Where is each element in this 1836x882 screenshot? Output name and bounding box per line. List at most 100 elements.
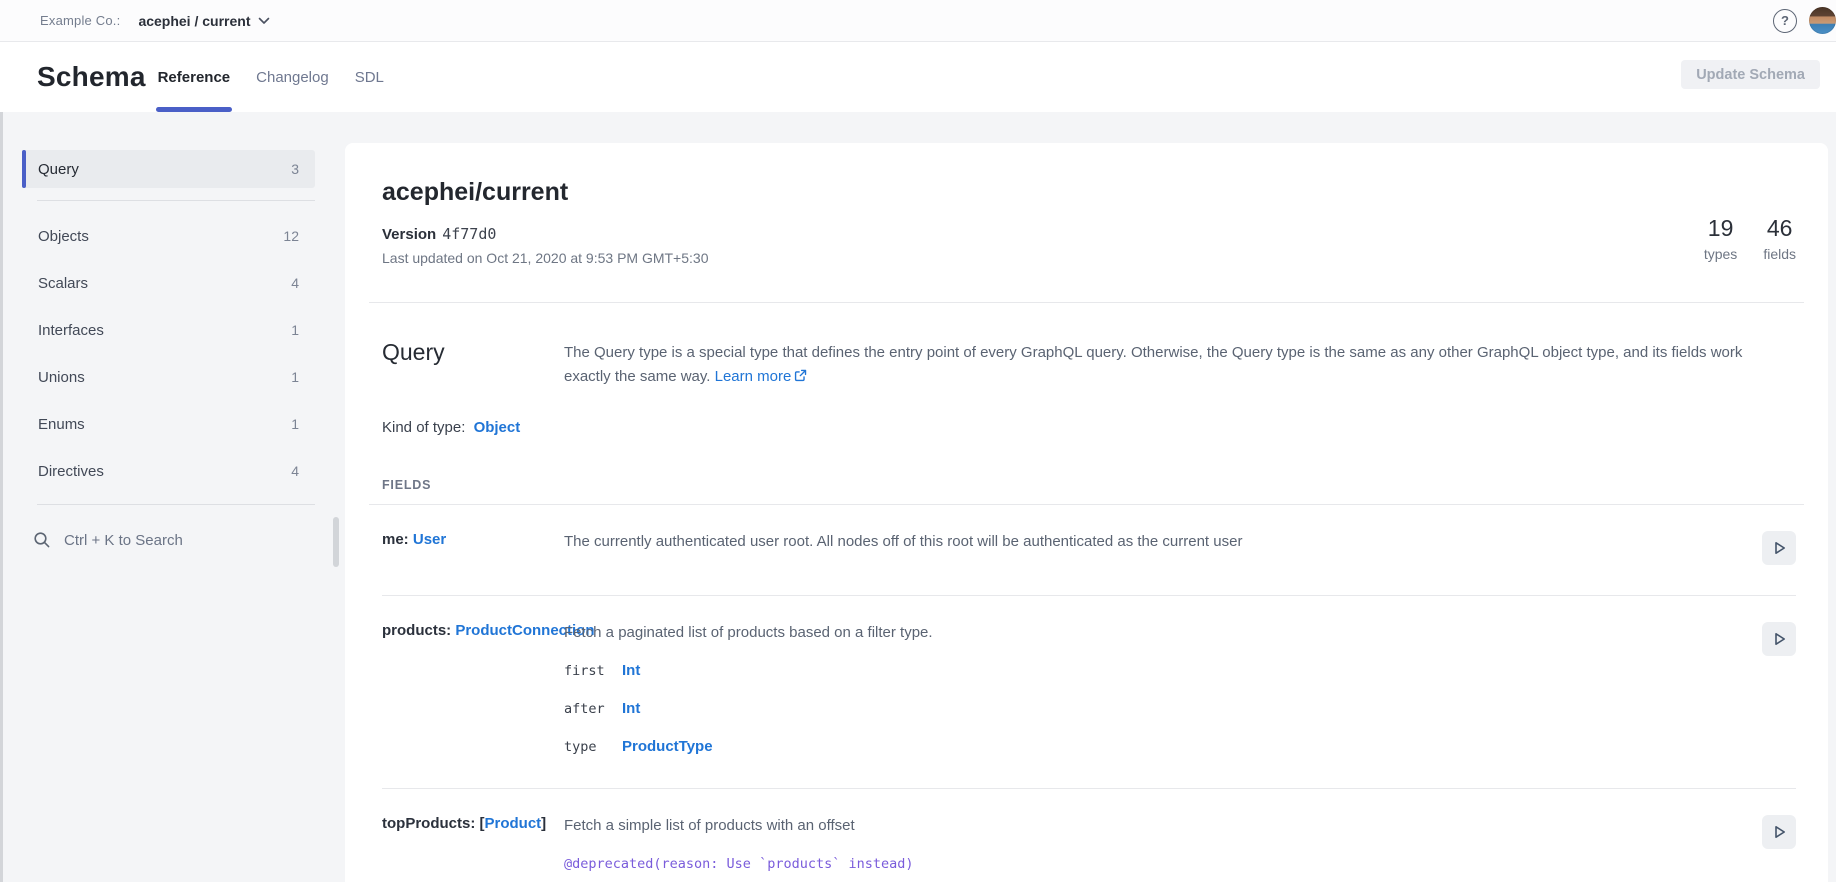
tabs: Reference Changelog SDL bbox=[156, 42, 386, 112]
field-name: products: ProductConnection bbox=[382, 622, 564, 758]
field-row-me: me: User The currently authenticated use… bbox=[382, 505, 1796, 596]
tab-reference[interactable]: Reference bbox=[156, 42, 233, 112]
arg-name: first bbox=[564, 660, 622, 682]
sidebar-item-label: Scalars bbox=[38, 275, 88, 292]
sidebar-item-label: Interfaces bbox=[38, 322, 104, 339]
tab-changelog[interactable]: Changelog bbox=[254, 42, 331, 112]
field-name: me: User bbox=[382, 531, 564, 565]
schema-stats: 19 types 46 fields bbox=[1704, 215, 1796, 262]
stat-label: types bbox=[1704, 246, 1737, 262]
run-query-button[interactable] bbox=[1762, 815, 1796, 849]
field-body: Fetch a simple list of products with an … bbox=[564, 815, 1756, 882]
stat-value: 19 bbox=[1704, 215, 1737, 243]
sidebar-item-enums[interactable]: Enums 1 bbox=[22, 405, 315, 443]
sidebar-item-label: Objects bbox=[38, 228, 89, 245]
field-type-link[interactable]: User bbox=[413, 531, 446, 548]
graph-title: acephei/current bbox=[382, 178, 1796, 207]
run-query-button[interactable] bbox=[1762, 531, 1796, 565]
sidebar-item-interfaces[interactable]: Interfaces 1 bbox=[22, 311, 315, 349]
field-type-link[interactable]: Product bbox=[485, 815, 542, 832]
sidebar-item-unions[interactable]: Unions 1 bbox=[22, 358, 315, 396]
field-body: Fetch a paginated list of products based… bbox=[564, 622, 1756, 758]
sidebar-item-count: 1 bbox=[291, 369, 299, 385]
sidebar-item-label: Enums bbox=[38, 416, 85, 433]
search-icon bbox=[33, 531, 51, 549]
chevron-down-icon bbox=[258, 17, 270, 25]
arg-name: type bbox=[564, 736, 622, 758]
version-value: 4f77d0 bbox=[442, 225, 496, 243]
sidebar-item-count: 12 bbox=[283, 228, 299, 244]
field-arg: type ProductType bbox=[564, 736, 1756, 758]
stat-types: 19 types bbox=[1704, 215, 1737, 262]
schema-card: acephei/current Version4f77d0 Last updat… bbox=[345, 143, 1828, 882]
field-name: topProducts: [Product] bbox=[382, 815, 564, 882]
sidebar-item-directives[interactable]: Directives 4 bbox=[22, 452, 315, 490]
stat-fields: 46 fields bbox=[1763, 215, 1796, 262]
sidebar-divider bbox=[37, 504, 315, 505]
graph-selector-label: acephei / current bbox=[138, 13, 250, 29]
graph-selector[interactable]: acephei / current bbox=[138, 13, 270, 29]
sidebar-item-label: Unions bbox=[38, 369, 85, 386]
sidebar-item-count: 3 bbox=[291, 161, 299, 177]
sidebar-item-count: 4 bbox=[291, 463, 299, 479]
type-description: The Query type is a special type that de… bbox=[564, 339, 1754, 389]
run-query-button[interactable] bbox=[1762, 622, 1796, 656]
version-label: Version bbox=[382, 226, 436, 243]
type-name: Query bbox=[382, 339, 564, 389]
org-label: Example Co.: bbox=[40, 13, 120, 28]
field-row-topproducts: topProducts: [Product] Fetch a simple li… bbox=[382, 789, 1796, 882]
user-avatar[interactable] bbox=[1809, 7, 1836, 34]
kind-value-link[interactable]: Object bbox=[474, 419, 521, 436]
tab-sdl[interactable]: SDL bbox=[353, 42, 386, 112]
topbar-right: ? bbox=[1773, 7, 1834, 34]
sidebar-item-objects[interactable]: Objects 12 bbox=[22, 217, 315, 255]
sidebar-divider bbox=[37, 200, 315, 201]
field-arg: after Int bbox=[564, 698, 1756, 720]
card-divider bbox=[369, 302, 1804, 303]
fields-list: me: User The currently authenticated use… bbox=[382, 505, 1796, 882]
search-hint: Ctrl + K to Search bbox=[64, 532, 183, 549]
kind-label: Kind of type: bbox=[382, 419, 465, 436]
sidebar-item-query[interactable]: Query 3 bbox=[22, 150, 315, 188]
fields-section-label: FIELDS bbox=[382, 478, 1796, 492]
update-schema-button[interactable]: Update Schema bbox=[1681, 60, 1820, 89]
field-name-text: topProducts: bbox=[382, 815, 475, 832]
field-row-products: products: ProductConnection Fetch a pagi… bbox=[382, 596, 1796, 789]
stat-value: 46 bbox=[1763, 215, 1796, 243]
arg-type-link[interactable]: ProductType bbox=[622, 736, 713, 758]
help-glyph: ? bbox=[1781, 13, 1789, 28]
schema-page: Example Co.: acephei / current ? Schema … bbox=[0, 0, 1836, 882]
type-section: Query The Query type is a special type t… bbox=[382, 303, 1796, 505]
sidebar-item-count: 1 bbox=[291, 416, 299, 432]
sidebar-item-label: Directives bbox=[38, 463, 104, 480]
arg-name: after bbox=[564, 698, 622, 720]
page-header: Schema Reference Changelog SDL Update Sc… bbox=[0, 42, 1836, 112]
version-row: Version 4f77d0 bbox=[382, 225, 1796, 243]
field-description: Fetch a paginated list of products based… bbox=[564, 622, 1756, 644]
bracket-close: ] bbox=[541, 815, 546, 832]
learn-more-link[interactable]: Learn more bbox=[715, 368, 808, 385]
field-args: first Int after Int type ProductType bbox=[564, 660, 1756, 758]
topbar: Example Co.: acephei / current ? bbox=[0, 0, 1836, 42]
sidebar: Query 3 Objects 12 Scalars 4 Interfaces … bbox=[0, 112, 345, 882]
field-description: Fetch a simple list of products with an … bbox=[564, 815, 1756, 837]
play-icon bbox=[1769, 538, 1789, 558]
sidebar-item-label: Query bbox=[38, 161, 79, 178]
field-description: The currently authenticated user root. A… bbox=[564, 531, 1756, 553]
deprecated-annotation: @deprecated(reason: Use `products` inste… bbox=[564, 853, 1756, 875]
sidebar-item-scalars[interactable]: Scalars 4 bbox=[22, 264, 315, 302]
field-name-text: products: bbox=[382, 622, 451, 639]
schema-search[interactable]: Ctrl + K to Search bbox=[33, 521, 315, 559]
arg-type-link[interactable]: Int bbox=[622, 660, 640, 682]
help-icon[interactable]: ? bbox=[1773, 9, 1797, 33]
sidebar-item-count: 1 bbox=[291, 322, 299, 338]
page-title: Schema bbox=[37, 61, 146, 93]
learn-more-label: Learn more bbox=[715, 368, 792, 385]
external-link-icon bbox=[794, 369, 807, 382]
arg-type-link[interactable]: Int bbox=[622, 698, 640, 720]
card-divider bbox=[369, 504, 1804, 505]
graph-head: acephei/current Version4f77d0 Last updat… bbox=[382, 143, 1796, 303]
play-icon bbox=[1769, 822, 1789, 842]
sidebar-scrollbar[interactable] bbox=[333, 517, 339, 567]
field-arg: first Int bbox=[564, 660, 1756, 682]
